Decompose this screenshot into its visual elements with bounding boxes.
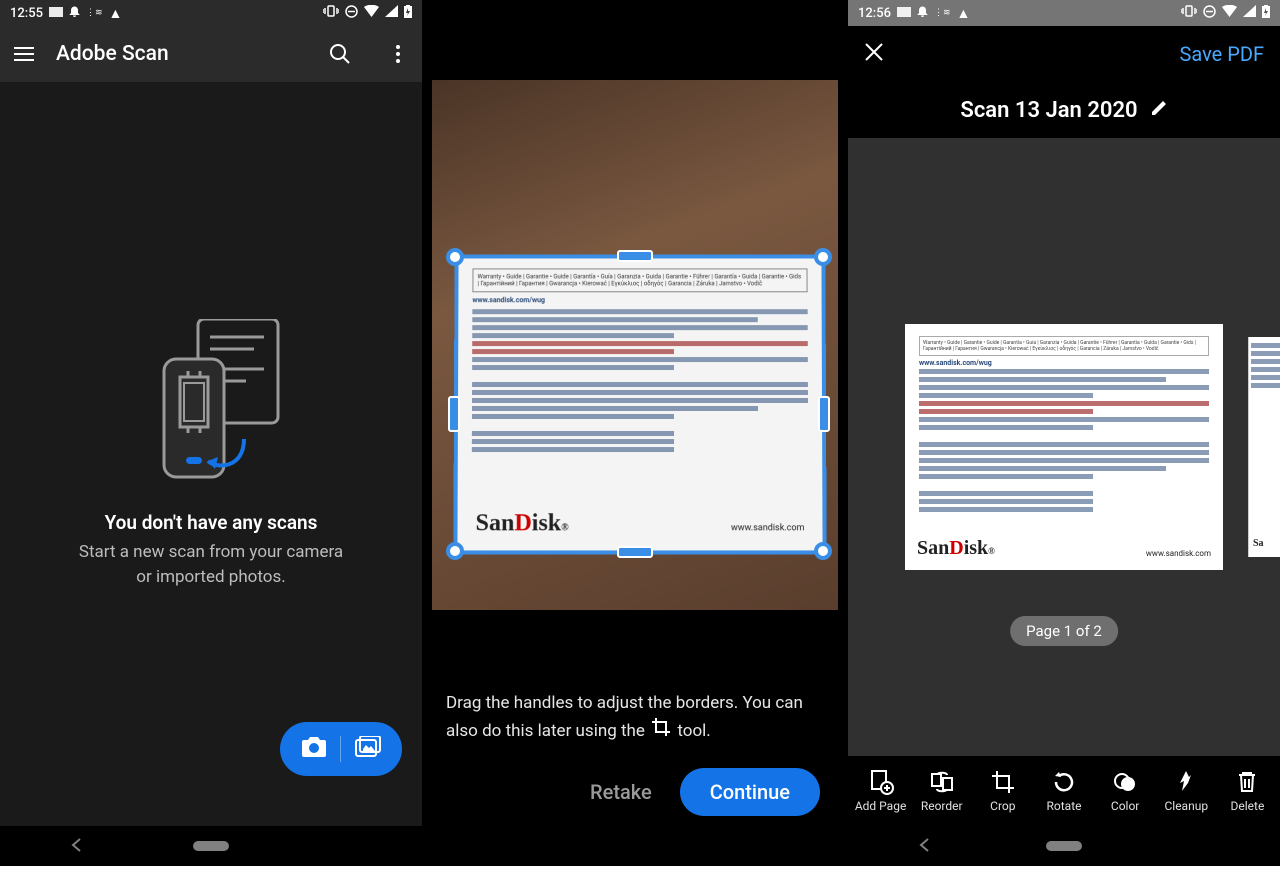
crop-help-text: Drag the handles to adjust the borders. … — [422, 690, 848, 746]
dnd-icon — [345, 5, 358, 22]
crop-handle-tr[interactable] — [814, 248, 832, 266]
scan-title-bar: Scan 13 Jan 2020 — [848, 82, 1280, 138]
edit-title-button[interactable] — [1150, 98, 1168, 123]
crop-handle-tl[interactable] — [446, 248, 464, 266]
vibrate-icon — [323, 5, 339, 21]
wifi-icon — [364, 5, 379, 21]
tool-add-page[interactable]: Add Page — [850, 769, 911, 813]
crop-edge-top[interactable] — [617, 250, 653, 262]
scan-page-1[interactable]: Warranty • Guide | Garantie • Guide | Ga… — [905, 324, 1223, 570]
warning-icon: ▲ — [957, 5, 971, 22]
tool-color[interactable]: Color — [1095, 769, 1156, 813]
doc-wug-url: www.sandisk.com/wug — [472, 297, 807, 305]
screen-crop: Warranty • Guide | Garantie • Guide | Ga… — [422, 0, 848, 866]
bell-icon — [917, 5, 928, 21]
continue-button[interactable]: Continue — [680, 768, 820, 816]
battery-icon — [1262, 5, 1270, 22]
nav-bar — [848, 826, 1280, 866]
retake-button[interactable]: Retake — [590, 780, 652, 804]
scanned-document: Warranty • Guide | Garantie • Guide | Ga… — [453, 255, 826, 555]
warning-icon: ▲ — [109, 5, 123, 22]
battery-icon — [404, 5, 412, 22]
bell-icon — [69, 5, 80, 21]
tool-bar: Add Page Reorder Crop Rotate Color Clean… — [848, 756, 1280, 826]
crop-body: Warranty • Guide | Garantie • Guide | Ga… — [422, 0, 848, 866]
mail-icon — [897, 6, 911, 21]
status-time: 12:55 — [10, 6, 43, 21]
doc-warranty-box: Warranty • Guide | Garantie • Guide | Ga… — [919, 336, 1209, 356]
crop-edge-bottom[interactable] — [617, 546, 653, 558]
menu-button[interactable] — [12, 42, 36, 66]
nav-back-button[interactable] — [918, 837, 932, 856]
wifi-alt-icon: ⋮≋ — [86, 8, 103, 18]
scan-title: Scan 13 Jan 2020 — [960, 98, 1137, 123]
app-bar: Adobe Scan — [0, 26, 422, 82]
doc-wug-url: www.sandisk.com/wug — [919, 359, 1209, 367]
dnd-icon — [1203, 5, 1216, 22]
review-body[interactable]: Warranty • Guide | Garantie • Guide | Ga… — [848, 138, 1280, 756]
save-pdf-button[interactable]: Save PDF — [1179, 42, 1264, 66]
app-title: Adobe Scan — [56, 42, 308, 66]
brand-logo: SanDisk® — [917, 537, 995, 560]
empty-subtitle: Start a new scan from your camera or imp… — [79, 540, 343, 589]
doc-warranty-box: Warranty • Guide | Garantie • Guide | Ga… — [472, 268, 807, 292]
nav-home-pill[interactable] — [1046, 841, 1082, 851]
fab-divider — [340, 736, 341, 762]
wifi-alt-icon: ⋮≋ — [934, 8, 951, 18]
empty-illustration — [136, 319, 286, 493]
nav-home-pill[interactable] — [193, 841, 229, 851]
brand-url: www.sandisk.com — [1146, 549, 1211, 558]
scan-fab[interactable] — [280, 722, 402, 776]
crop-icon — [651, 717, 671, 746]
status-bar: 12:55 ⋮≋ ▲ — [0, 0, 422, 26]
wifi-icon — [1222, 5, 1237, 21]
signal-icon — [1243, 5, 1256, 21]
signal-icon — [385, 5, 398, 21]
status-bar: 12:56 ⋮≋ ▲ — [848, 0, 1280, 26]
page-indicator: Page 1 of 2 — [1010, 616, 1118, 646]
close-button[interactable] — [864, 42, 884, 66]
gallery-icon[interactable] — [355, 736, 381, 762]
more-button[interactable] — [386, 42, 410, 66]
nav-bar — [0, 826, 422, 866]
status-time: 12:56 — [858, 6, 891, 21]
scan-page-2-peek[interactable]: Sa — [1248, 337, 1280, 557]
tool-cleanup[interactable]: Cleanup — [1156, 769, 1217, 813]
doc-text-lines — [472, 309, 808, 452]
crop-actions: Retake Continue — [422, 746, 848, 844]
tool-reorder[interactable]: Reorder — [911, 769, 972, 813]
tool-rotate[interactable]: Rotate — [1033, 769, 1094, 813]
nav-back-button[interactable] — [70, 837, 84, 856]
brand-logo: SanDisk® — [476, 509, 569, 538]
empty-title: You don't have any scans — [105, 511, 318, 534]
screen-home: 12:55 ⋮≋ ▲ — [0, 0, 422, 866]
vibrate-icon — [1181, 5, 1197, 21]
doc-text-lines — [919, 369, 1209, 512]
tool-crop[interactable]: Crop — [972, 769, 1033, 813]
crop-handle-bl[interactable] — [446, 542, 464, 560]
screen-review: 12:56 ⋮≋ ▲ — [848, 0, 1280, 866]
crop-canvas[interactable]: Warranty • Guide | Garantie • Guide | Ga… — [432, 80, 838, 610]
crop-handle-br[interactable] — [814, 542, 832, 560]
mail-icon — [49, 6, 63, 21]
empty-state: You don't have any scans Start a new sca… — [0, 82, 422, 826]
camera-icon[interactable] — [301, 736, 327, 762]
crop-edge-right[interactable] — [818, 396, 830, 432]
review-top-bar: Save PDF — [848, 26, 1280, 82]
brand-url: www.sandisk.com — [731, 523, 804, 534]
crop-edge-left[interactable] — [448, 396, 460, 432]
search-button[interactable] — [328, 42, 352, 66]
tool-delete[interactable]: Delete — [1217, 769, 1278, 813]
